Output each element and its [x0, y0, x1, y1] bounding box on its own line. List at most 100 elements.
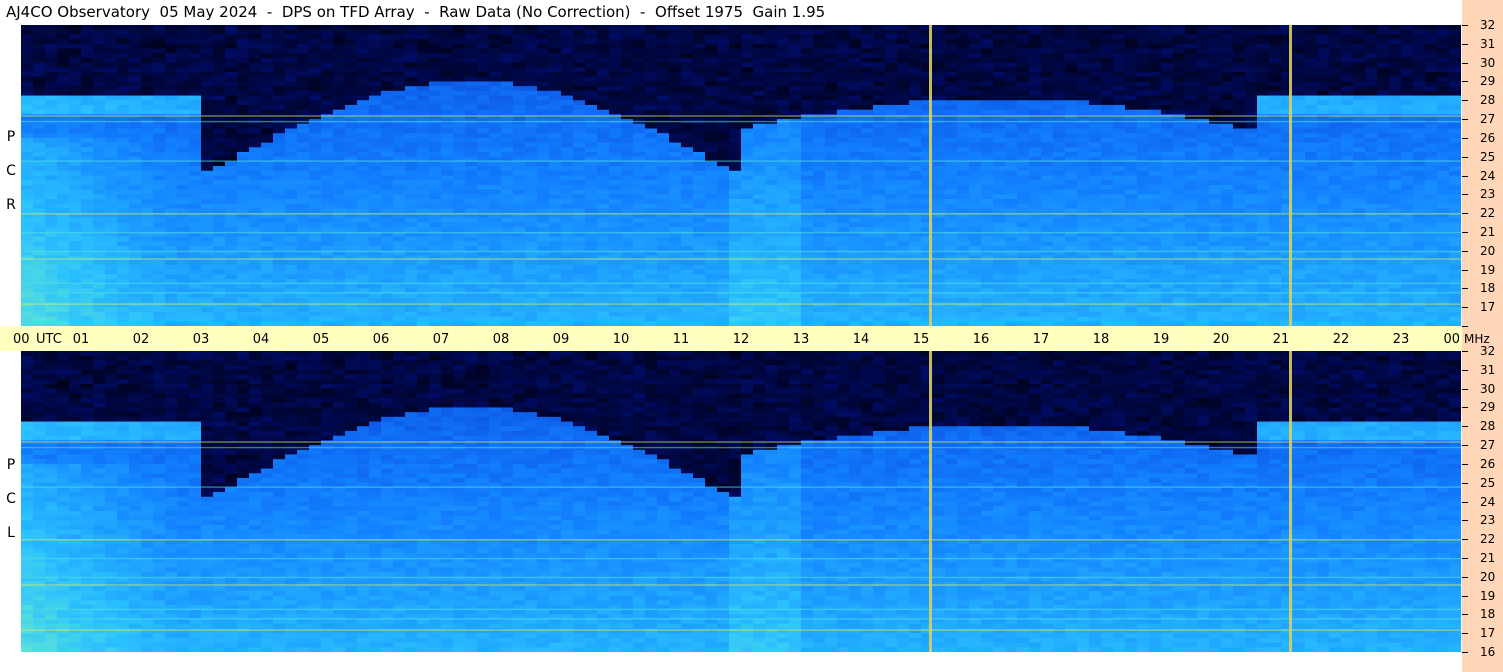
- spectrogram-cell: [117, 189, 130, 195]
- spectrogram-cell: [633, 255, 646, 261]
- spectrogram-cell: [117, 241, 130, 247]
- spectrogram-cell: [573, 194, 586, 200]
- spectrogram-cell: [189, 208, 202, 214]
- spectrogram-cell: [249, 62, 262, 68]
- spectrogram-cell: [837, 316, 850, 322]
- spectrogram-cell: [213, 302, 226, 308]
- spectrogram-cell: [213, 72, 226, 78]
- spectrogram-cell: [201, 137, 214, 144]
- spectrogram-cell: [681, 264, 694, 271]
- spectrogram-cell: [453, 269, 466, 275]
- spectrogram-cell: [621, 184, 634, 191]
- spectrogram-cell: [69, 199, 82, 205]
- spectrogram-cell: [405, 67, 418, 73]
- spectrogram-cell: [741, 43, 754, 50]
- spectrogram-cell: [909, 222, 922, 228]
- spectrogram-cell: [33, 137, 46, 144]
- spectrogram-cell: [213, 109, 226, 115]
- spectrogram-cell: [801, 264, 814, 271]
- spectrogram-cell: [33, 39, 46, 45]
- spectrogram-cell: [537, 123, 550, 130]
- spectrogram-cell: [357, 203, 370, 210]
- spectrogram-cell: [393, 208, 406, 214]
- spectrogram-cell: [789, 128, 802, 134]
- spectrogram-cell: [33, 203, 46, 210]
- spectrogram-cell: [213, 166, 226, 172]
- spectrogram-cell: [693, 307, 706, 313]
- spectrogram-cell: [105, 180, 118, 186]
- spectrogram-cell: [765, 151, 778, 158]
- spectrogram-cell: [777, 25, 790, 31]
- spectrogram-cell: [117, 269, 130, 275]
- spectrogram-cell: [273, 104, 286, 111]
- spectrogram-cell: [525, 151, 538, 158]
- spectrogram-cell: [477, 90, 490, 97]
- spectrogram-cell: [525, 90, 538, 97]
- spectrogram-cell: [681, 203, 694, 210]
- spectrogram-cell: [789, 161, 802, 167]
- spectrogram-cell: [477, 264, 490, 271]
- spectrogram-cell: [489, 199, 502, 205]
- spectrogram-cell: [753, 297, 766, 304]
- spectrogram-cell: [117, 62, 130, 68]
- spectrogram-cell: [729, 62, 742, 68]
- spectrogram-cell: [621, 180, 634, 186]
- spectrogram-cell: [705, 194, 718, 200]
- spectrogram-cell: [153, 128, 166, 134]
- spectrogram-cell: [117, 316, 130, 322]
- spectrogram-cell: [189, 109, 202, 115]
- spectrogram-cell: [117, 90, 130, 97]
- spectrogram-cell: [477, 170, 490, 177]
- spectrogram-cell: [117, 246, 130, 252]
- spectrogram-cell: [549, 170, 562, 177]
- spectrogram-cell: [285, 236, 298, 242]
- spectrogram-cell: [357, 137, 370, 144]
- spectrogram-cell: [501, 151, 514, 158]
- spectrogram-cell: [297, 72, 310, 78]
- spectrogram-cell: [765, 227, 778, 233]
- spectrogram-cell: [369, 170, 382, 177]
- spectrogram-cell: [621, 43, 634, 50]
- spectrogram-cell: [645, 222, 658, 228]
- spectrogram-cell: [861, 133, 874, 139]
- spectrogram-cell: [801, 246, 814, 252]
- spectrogram-cell: [717, 151, 730, 158]
- spectrogram-cell: [105, 72, 118, 78]
- spectrogram-cell: [153, 255, 166, 261]
- spectrogram-cell: [285, 161, 298, 167]
- spectrogram-cell: [297, 43, 310, 50]
- spectrogram-cell: [321, 90, 334, 97]
- spectrogram-cell: [585, 316, 598, 322]
- spectrogram-cell: [825, 133, 838, 139]
- spectrogram-cell: [93, 175, 106, 181]
- spectrogram-cell: [885, 227, 898, 233]
- spectrogram-cell: [297, 67, 310, 73]
- spectrogram-cell: [885, 76, 898, 83]
- spectrogram-cell: [177, 184, 190, 191]
- spectrogram-cell: [717, 34, 730, 40]
- spectrogram-cell: [393, 142, 406, 148]
- spectrogram-cell: [285, 203, 298, 210]
- spectrogram-cell: [873, 133, 886, 139]
- spectrogram-cell: [489, 29, 502, 35]
- spectrogram-cell: [693, 161, 706, 167]
- spectrogram-cell: [393, 227, 406, 233]
- spectrogram-cell: [21, 180, 34, 186]
- spectrogram-cell: [561, 128, 574, 134]
- spectrogram-cell: [141, 241, 154, 247]
- spectrogram-cell: [861, 161, 874, 167]
- spectrogram-cell: [417, 39, 430, 45]
- spectrogram-cell: [465, 184, 478, 191]
- spectrogram-cell: [681, 293, 694, 299]
- spectrogram-cell: [813, 114, 826, 120]
- spectrogram-cell: [45, 274, 58, 280]
- spectrogram-cell: [693, 72, 706, 78]
- spectrogram-cell: [225, 151, 238, 158]
- spectrogram-cell: [21, 133, 34, 139]
- spectrogram-cell: [885, 133, 898, 139]
- spectrogram-cell: [777, 199, 790, 205]
- spectrogram-cell: [897, 81, 910, 87]
- spectrogram-cell: [633, 109, 646, 115]
- spectrogram-cell: [381, 227, 394, 233]
- spectrogram-cell: [777, 166, 790, 172]
